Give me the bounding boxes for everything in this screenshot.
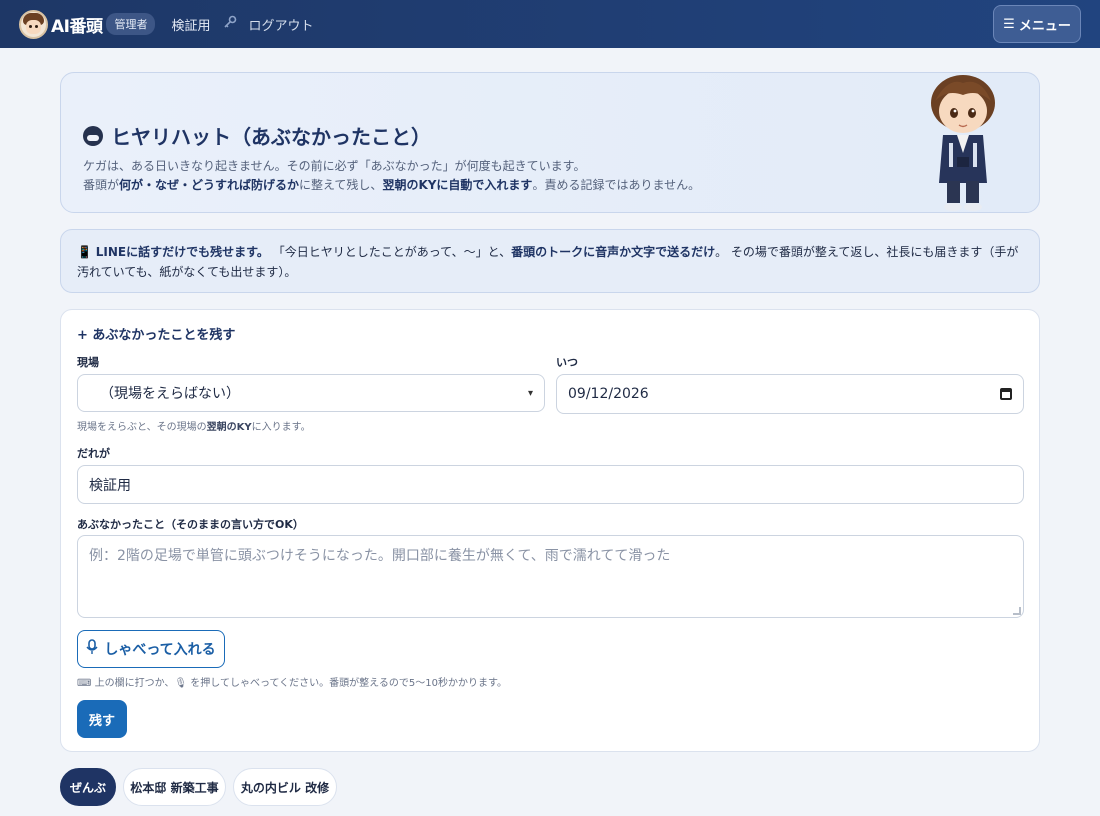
hamburger-icon: ☰ [1003,16,1015,32]
hero-panel: ヒヤリハット（あぶなかったこと） ケガは、ある日いきなり起きません。その前に必ず… [60,72,1040,213]
app-logo-text[interactable]: AI番頭 [51,12,103,37]
user-name-link[interactable]: 検証用 [171,15,210,34]
mascot-illustration [931,75,995,211]
filter-chip-matsumoto[interactable]: 松本邸 新築工事 [123,768,226,806]
role-badge: 管理者 [106,13,156,35]
date-input[interactable]: 09/12/2026 [556,374,1024,414]
menu-button[interactable]: ☰ メニュー [993,5,1081,43]
menu-button-label: メニュー [1018,18,1071,34]
key-icon [223,15,237,33]
logout-link[interactable]: ログアウト [249,15,314,34]
phone-icon: 📱 [77,245,92,259]
site-select[interactable]: （現場をえらばない） ▾ [77,374,545,412]
calendar-icon[interactable] [1000,388,1012,400]
hero-description-2: 番頭が何が・なぜ・どうすれば防げるかに整えて残し、翌朝のKYに自動で入れます。責… [83,178,701,192]
who-input[interactable]: 検証用 [77,465,1024,504]
page-title: ヒヤリハット（あぶなかったこと） [83,121,431,150]
hero-description-1: ケガは、ある日いきなり起きません。その前に必ず「あぶなかった」が何度も起きていま… [83,159,586,173]
near-miss-form: + あぶなかったことを残す 現場 （現場をえらばない） ▾ 現場をえらぶと、その… [60,309,1040,752]
site-hint: 現場をえらぶと、その現場の翌朝のKYに入ります。 [77,422,311,433]
resize-handle[interactable] [1013,607,1021,615]
filter-chip-marunouchi[interactable]: 丸の内ビル 改修 [233,768,337,806]
page-title-text: ヒヤリハット（あぶなかったこと） [111,125,431,149]
what-label: あぶなかったこと（そのままの言い方でOK） [77,518,304,531]
logo-avatar [19,9,48,39]
form-section-title: + あぶなかったことを残す [77,328,236,343]
microphone-icon [86,639,98,659]
line-info-box: 📱 LINEに話すだけでも残せます。 「今日ヒヤリとしたことがあって、〜」と、番… [60,229,1040,293]
voice-hint: ⌨ 上の欄に打つか、🎙 を押してしゃべってください。番頭が整えるので5〜10秒か… [77,678,507,689]
site-label: 現場 [77,356,99,369]
voice-input-button[interactable]: しゃべって入れる [77,630,225,668]
when-label: いつ [556,356,578,369]
helmet-icon [83,125,103,146]
who-label: だれが [77,447,110,460]
filter-chip-all[interactable]: ぜんぶ [60,768,116,806]
top-bar: AI番頭 管理者 検証用 ログアウト ☰ メニュー [0,0,1100,48]
submit-button[interactable]: 残す [77,700,127,738]
what-textarea[interactable]: 例：2階の足場で単管に頭ぶつけそうになった。開口部に養生が無くて、雨で濡れてて滑… [77,535,1024,618]
chevron-down-icon: ▾ [527,387,533,399]
